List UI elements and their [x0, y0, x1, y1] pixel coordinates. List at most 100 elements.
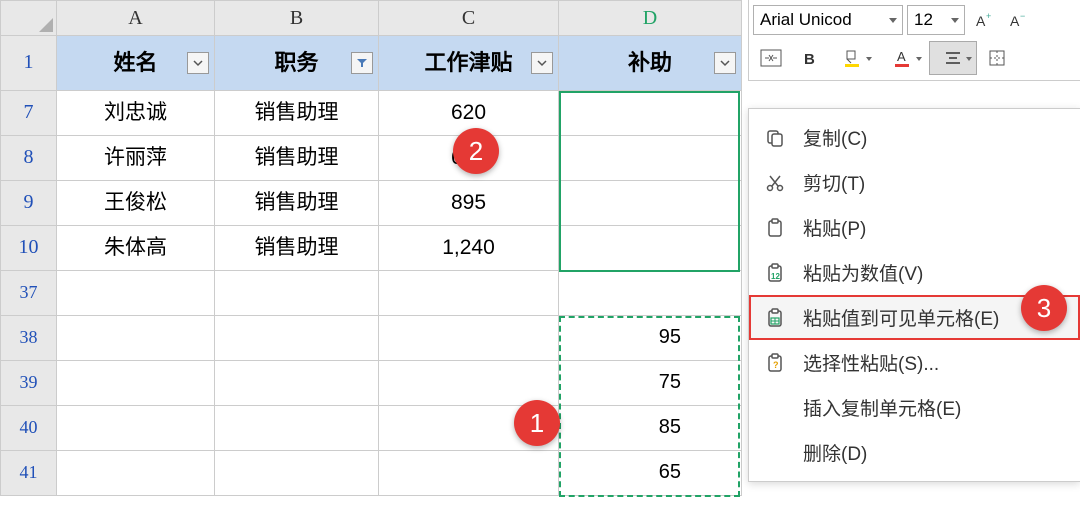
cell[interactable]: 75 — [559, 361, 742, 406]
borders-button[interactable] — [979, 41, 1015, 75]
cell[interactable] — [379, 316, 559, 361]
svg-text:12: 12 — [771, 272, 780, 281]
decrease-font-icon[interactable]: A− — [1003, 5, 1033, 35]
cell[interactable] — [559, 181, 742, 226]
filter-dropdown-icon[interactable] — [187, 52, 209, 74]
cell[interactable]: 许丽萍 — [57, 136, 215, 181]
cell[interactable] — [57, 271, 215, 316]
font-color-dropdown[interactable]: A — [879, 41, 927, 75]
row-header[interactable]: 40 — [0, 406, 57, 451]
cell[interactable]: 1,240 — [379, 226, 559, 271]
svg-text:?: ? — [773, 360, 779, 370]
row-header[interactable]: 38 — [0, 316, 57, 361]
col-header-C[interactable]: C — [379, 0, 559, 36]
copy-icon — [763, 126, 787, 150]
col-header-D[interactable]: D — [559, 0, 742, 36]
header-label: 职务 — [274, 50, 318, 75]
mini-toolbar: Arial Unicod 12 A+ A− B A — [748, 0, 1080, 81]
clipboard-value: 95 — [659, 326, 681, 348]
filter-dropdown-icon[interactable] — [714, 52, 736, 74]
menu-label: 选择性粘贴(S)... — [803, 349, 939, 376]
cell[interactable]: 朱体高 — [57, 226, 215, 271]
menu-copy[interactable]: 复制(C) — [749, 115, 1080, 160]
alignment-dropdown[interactable] — [929, 41, 977, 75]
cell[interactable] — [215, 316, 379, 361]
menu-cut[interactable]: 剪切(T) — [749, 160, 1080, 205]
cell[interactable] — [559, 91, 742, 136]
menu-label: 插入复制单元格(E) — [803, 394, 961, 421]
clipboard-question-icon: ? — [763, 351, 787, 375]
svg-text:−: − — [1020, 11, 1025, 21]
cell[interactable]: 95 — [559, 316, 742, 361]
row-header[interactable]: 8 — [0, 136, 57, 181]
header-subsidy[interactable]: 补助 — [559, 36, 742, 91]
col-header-B[interactable]: B — [215, 0, 379, 36]
cell[interactable]: 销售助理 — [215, 136, 379, 181]
header-position[interactable]: 职务 — [215, 36, 379, 91]
header-label: 姓名 — [113, 50, 157, 75]
header-allowance[interactable]: 工作津贴 — [379, 36, 559, 91]
cell[interactable] — [57, 361, 215, 406]
row-header[interactable]: 39 — [0, 361, 57, 406]
cell[interactable] — [379, 271, 559, 316]
cell[interactable] — [57, 406, 215, 451]
clipboard-value: 85 — [659, 416, 681, 438]
header-label: 工作津贴 — [424, 50, 512, 75]
cell[interactable] — [215, 271, 379, 316]
row-header[interactable]: 37 — [0, 271, 57, 316]
cell[interactable]: 王俊松 — [57, 181, 215, 226]
callout-1: 1 — [514, 400, 560, 446]
merge-cells-icon[interactable] — [753, 41, 789, 75]
svg-text:B: B — [804, 51, 815, 66]
cell[interactable] — [559, 136, 742, 181]
svg-text:A: A — [1010, 13, 1020, 29]
cell[interactable] — [57, 451, 215, 496]
cell[interactable] — [379, 361, 559, 406]
cell[interactable] — [215, 406, 379, 451]
increase-font-icon[interactable]: A+ — [969, 5, 999, 35]
cell[interactable]: 销售助理 — [215, 226, 379, 271]
header-name[interactable]: 姓名 — [57, 36, 215, 91]
cell[interactable] — [559, 226, 742, 271]
cell[interactable] — [559, 271, 742, 316]
menu-paste[interactable]: 粘贴(P) — [749, 205, 1080, 250]
bold-button[interactable]: B — [791, 41, 827, 75]
menu-label: 删除(D) — [803, 439, 867, 466]
row-header-1[interactable]: 1 — [0, 36, 57, 91]
menu-paste-special[interactable]: ? 选择性粘贴(S)... — [749, 340, 1080, 385]
clipboard-grid-icon — [763, 306, 787, 330]
menu-label: 粘贴值到可见单元格(E) — [803, 304, 999, 331]
select-all-corner[interactable] — [0, 0, 57, 36]
font-family-select[interactable]: Arial Unicod — [753, 5, 903, 35]
menu-label: 粘贴为数值(V) — [803, 259, 923, 286]
cell[interactable] — [215, 451, 379, 496]
filter-active-icon[interactable] — [351, 52, 373, 74]
cell[interactable]: 65 — [559, 451, 742, 496]
cell[interactable]: 895 — [379, 181, 559, 226]
cell[interactable] — [379, 451, 559, 496]
header-label: 补助 — [628, 50, 672, 75]
menu-insert-copied[interactable]: 插入复制单元格(E) — [749, 385, 1080, 430]
col-header-A[interactable]: A — [57, 0, 215, 36]
menu-label: 复制(C) — [803, 124, 867, 151]
scissors-icon — [763, 171, 787, 195]
row-header[interactable]: 10 — [0, 226, 57, 271]
filter-dropdown-icon[interactable] — [531, 52, 553, 74]
cell[interactable]: 85 — [559, 406, 742, 451]
cell[interactable] — [215, 361, 379, 406]
clipboard-icon — [763, 216, 787, 240]
fill-color-dropdown[interactable] — [829, 41, 877, 75]
cell[interactable] — [57, 316, 215, 361]
row-header[interactable]: 9 — [0, 181, 57, 226]
callout-3: 3 — [1021, 285, 1067, 331]
row-header[interactable]: 7 — [0, 91, 57, 136]
cell[interactable]: 销售助理 — [215, 91, 379, 136]
menu-delete[interactable]: 删除(D) — [749, 430, 1080, 475]
clipboard-value: 65 — [659, 461, 681, 483]
cell[interactable]: 销售助理 — [215, 181, 379, 226]
menu-label: 粘贴(P) — [803, 214, 866, 241]
callout-2: 2 — [453, 128, 499, 174]
row-header[interactable]: 41 — [0, 451, 57, 496]
cell[interactable]: 刘忠诚 — [57, 91, 215, 136]
font-size-select[interactable]: 12 — [907, 5, 965, 35]
